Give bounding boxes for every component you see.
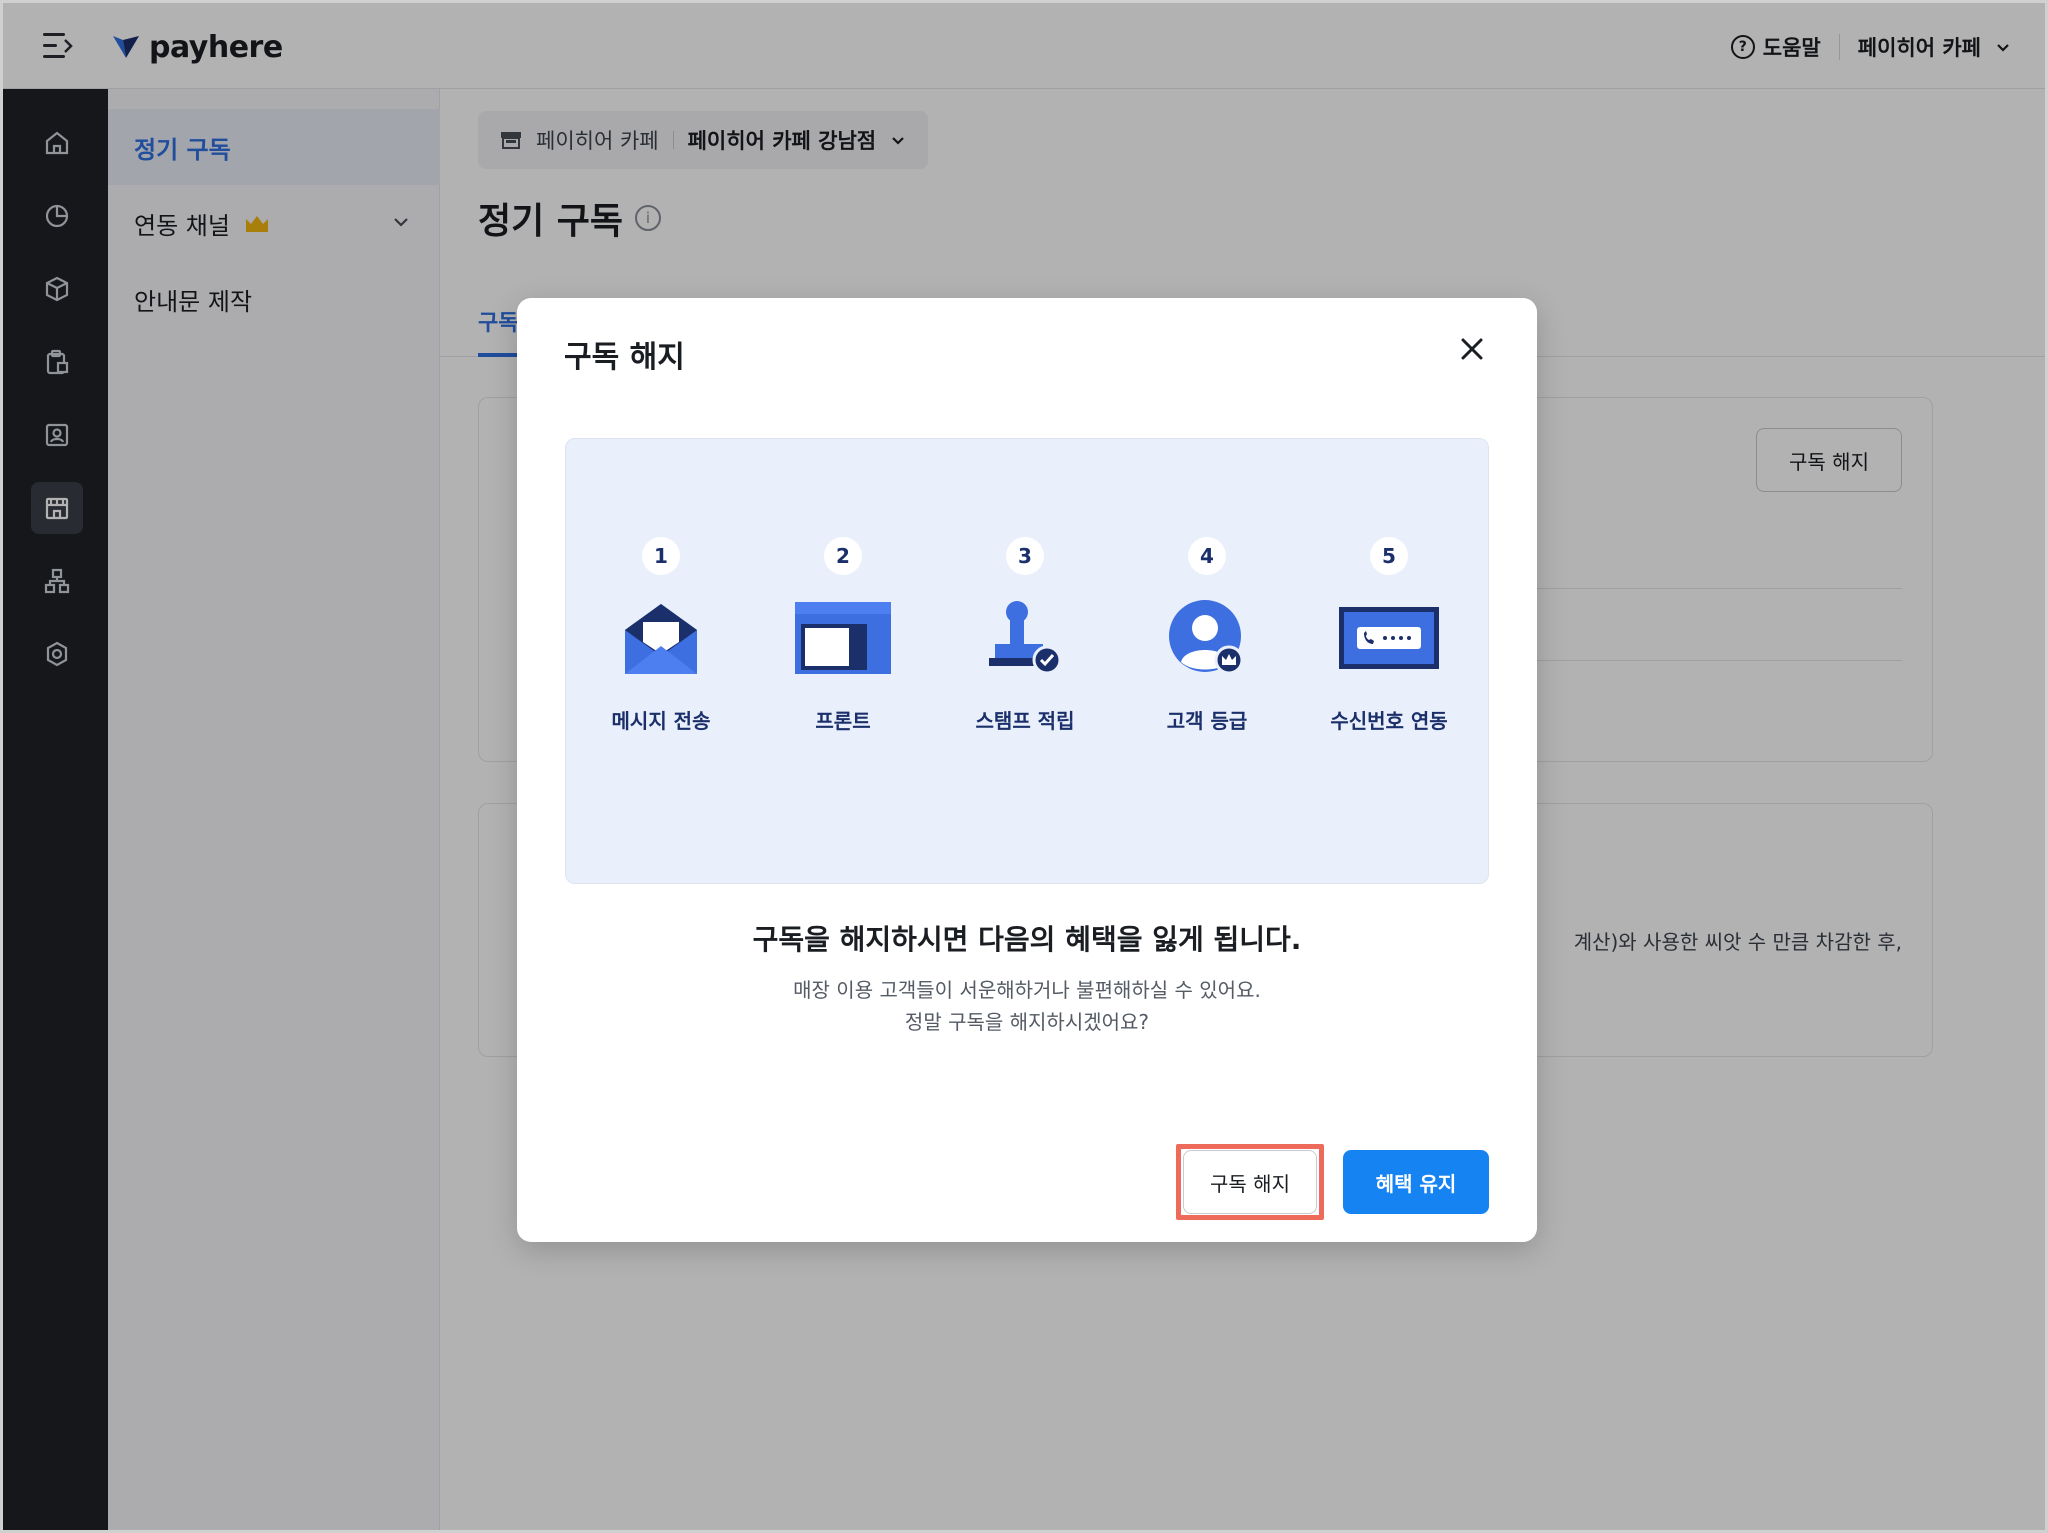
stamp-icon [970,593,1080,683]
benefit-item: 3 스탬프 적립 [930,537,1120,734]
benefit-item: 5 수신번호 연동 [1294,537,1484,734]
keep-benefits-button[interactable]: 혜택 유지 [1343,1150,1489,1214]
app-window: payhere ? 도움말 페이히어 카페 정기 구독 연동 채널 안내문 제작… [0,0,2048,1533]
benefit-number: 5 [1370,537,1408,575]
benefits-panel: 1 메시지 전송 2 프론트 3 스탬프 적립 4 고객 등급 5 수신번호 연… [565,438,1489,884]
benefit-number: 3 [1006,537,1044,575]
benefit-label: 프론트 [815,709,871,733]
phone-number-icon [1334,593,1444,683]
benefit-number: 4 [1188,537,1226,575]
modal-description: 매장 이용 고객들이 서운해하거나 불편해하실 수 있어요. 정말 구독을 해지… [517,974,1537,1038]
close-icon[interactable] [1457,334,1487,364]
modal-heading: 구독을 해지하시면 다음의 혜택을 잃게 됩니다. [752,923,1302,956]
benefit-label: 스탬프 적립 [975,709,1075,733]
benefit-item: 2 프론트 [748,537,938,734]
benefit-label: 수신번호 연동 [1330,709,1448,733]
benefit-label: 메시지 전송 [611,709,711,733]
modal-title: 구독 해지 [564,340,685,375]
modal-description-line: 정말 구독을 해지하시겠어요? [904,1010,1150,1034]
benefit-number: 2 [824,537,862,575]
confirm-cancel-button[interactable]: 구독 해지 [1183,1150,1317,1214]
benefit-number: 1 [642,537,680,575]
cancel-subscription-modal: 구독 해지 1 메시지 전송 2 프론트 3 스탬프 적립 4 고객 등급 5 … [517,298,1537,1242]
benefit-item: 1 메시지 전송 [566,537,756,734]
benefit-label: 고객 등급 [1166,709,1248,733]
modal-description-line: 매장 이용 고객들이 서운해하거나 불편해하실 수 있어요. [793,978,1261,1002]
front-display-icon [788,593,898,683]
customer-grade-icon [1152,593,1262,683]
envelope-icon [606,593,716,683]
benefit-item: 4 고객 등급 [1112,537,1302,734]
